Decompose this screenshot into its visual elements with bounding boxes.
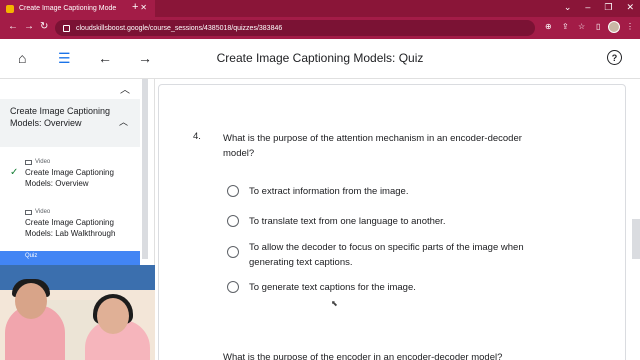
url-field[interactable]: cloudskillsboost.google/course_sessions/…: [55, 20, 535, 36]
webcam-overlay: [0, 265, 155, 360]
quiz-main: 4. What is the purpose of the attention …: [155, 79, 640, 360]
reload-icon[interactable]: ↻: [40, 21, 48, 32]
option-label: To generate text captions for the image.: [249, 282, 416, 293]
url-text: cloudskillsboost.google/course_sessions/…: [76, 24, 283, 32]
minimize-icon[interactable]: –: [585, 2, 590, 13]
browser-tab-title: Create Image Captioning Mode: [19, 5, 117, 12]
window-controls: ⌄ – ❐ ✕: [564, 2, 634, 13]
sidebar-item-label: Create Image Captioning Models: Lab Walk…: [25, 218, 116, 238]
close-window-icon[interactable]: ✕: [626, 2, 634, 13]
browser-back-icon[interactable]: ←: [8, 21, 18, 32]
sidebar-section-header[interactable]: Create Image Captioning Models: Overview…: [0, 99, 140, 147]
sidepanel-icon[interactable]: ▯: [596, 22, 600, 31]
lock-icon: [63, 24, 70, 32]
option-label: To extract information from the image.: [249, 186, 409, 197]
question-number: 4.: [193, 131, 201, 142]
browser-tab-strip: Create Image Captioning Mode ✕ + ⌄ – ❐ ✕: [0, 0, 640, 17]
new-tab-icon[interactable]: +: [132, 1, 138, 13]
radio-button[interactable]: [227, 185, 239, 197]
sidebar-item-label: Create Image Captioning Models: Overview: [25, 168, 114, 188]
more-menu-icon[interactable]: ⋮: [626, 22, 634, 31]
mouse-cursor-icon: ⬉: [331, 299, 338, 308]
quiz-type-label: Quiz: [25, 253, 38, 259]
app-header: ⌂ ☰ ← → Create Image Captioning Models: …: [0, 39, 640, 79]
chevron-down-icon[interactable]: ⌄: [564, 2, 572, 13]
section-title: Create Image Captioning Models: Overview: [10, 106, 111, 128]
share-icon[interactable]: ⇪: [562, 22, 569, 31]
radio-button[interactable]: [227, 246, 239, 258]
maximize-icon[interactable]: ❐: [604, 2, 612, 13]
question-text: What is the purpose of the attention mec…: [223, 133, 522, 159]
option-label: To allow the decoder to focus on specifi…: [249, 242, 524, 268]
favicon-icon: [6, 4, 14, 13]
next-question-text: What is the purpose of the encoder in an…: [223, 352, 503, 360]
answer-option[interactable]: To translate text from one language to a…: [227, 214, 559, 229]
zoom-icon[interactable]: ⊕: [545, 22, 552, 31]
sidebar-scrollbar[interactable]: [142, 79, 148, 259]
check-icon: ✓: [10, 167, 19, 178]
tab-close-icon[interactable]: ✕: [140, 3, 147, 12]
person-right-face: [97, 298, 129, 334]
option-label: To translate text from one language to a…: [249, 216, 446, 227]
radio-button[interactable]: [227, 215, 239, 227]
bookmark-star-icon[interactable]: ☆: [578, 22, 585, 31]
profile-avatar[interactable]: [608, 21, 620, 33]
video-icon: [25, 210, 32, 215]
answer-option[interactable]: To extract information from the image.: [227, 184, 559, 199]
chevron-up-icon[interactable]: ︿: [119, 116, 128, 128]
person-left-face: [15, 283, 47, 319]
answer-option[interactable]: To generate text captions for the image.: [227, 280, 559, 295]
sidebar-item-lab-walkthrough[interactable]: Video Create Image Captioning Models: La…: [0, 207, 140, 247]
browser-forward-icon[interactable]: →: [24, 21, 34, 32]
answer-option[interactable]: To allow the decoder to focus on specifi…: [227, 240, 559, 270]
radio-button[interactable]: [227, 281, 239, 293]
address-bar-row: ← → ↻ cloudskillsboost.google/course_ses…: [0, 17, 640, 39]
chevron-up-icon[interactable]: ︿: [120, 81, 130, 96]
help-icon[interactable]: ?: [607, 50, 622, 65]
sidebar-item-overview[interactable]: Video ✓ Create Image Captioning Models: …: [0, 157, 140, 197]
main-scrollbar[interactable]: [632, 219, 640, 259]
page-title: Create Image Captioning Models: Quiz: [216, 51, 424, 65]
video-icon: [25, 160, 32, 165]
